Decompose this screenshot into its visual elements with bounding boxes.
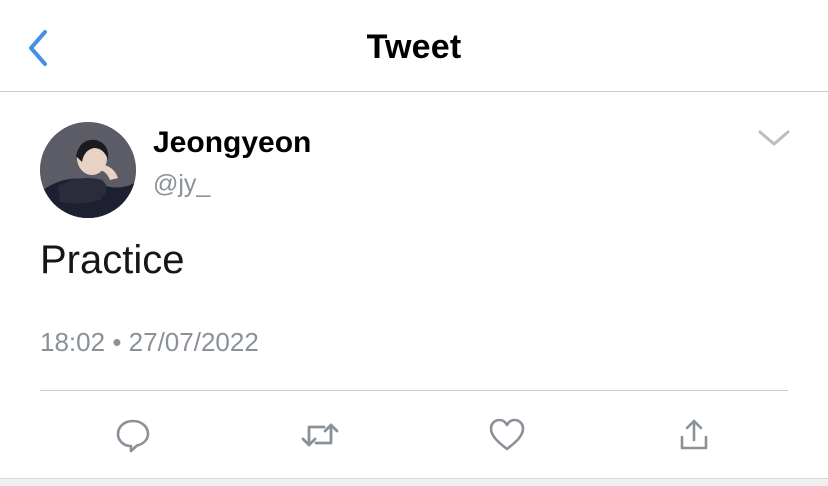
bottom-separator xyxy=(0,478,828,486)
timestamp-separator: • xyxy=(112,327,122,357)
heart-icon xyxy=(489,418,525,451)
tweet-date: 27/07/2022 xyxy=(128,327,259,357)
like-button[interactable] xyxy=(485,414,529,456)
retweet-button[interactable] xyxy=(298,414,342,456)
more-options-button[interactable] xyxy=(752,122,796,154)
share-upload-icon xyxy=(680,419,708,450)
avatar-photo xyxy=(40,122,136,218)
tweet-time: 18:02 xyxy=(40,327,106,357)
share-button[interactable] xyxy=(672,414,716,456)
divider xyxy=(40,390,788,391)
author-display-name[interactable]: Jeongyeon xyxy=(153,126,311,160)
tweet-timestamp: 18:02 • 27/07/2022 xyxy=(40,327,259,358)
retweet-icon xyxy=(301,423,339,447)
avatar[interactable] xyxy=(40,122,136,218)
author-handle: @jy_ xyxy=(153,170,211,198)
navigation-bar: Tweet xyxy=(0,0,828,92)
reply-button[interactable] xyxy=(111,414,155,456)
reply-bubble-icon xyxy=(116,419,150,453)
page-title: Tweet xyxy=(366,28,462,66)
chevron-down-icon xyxy=(758,130,790,146)
tweet-text: Practice xyxy=(40,238,185,282)
